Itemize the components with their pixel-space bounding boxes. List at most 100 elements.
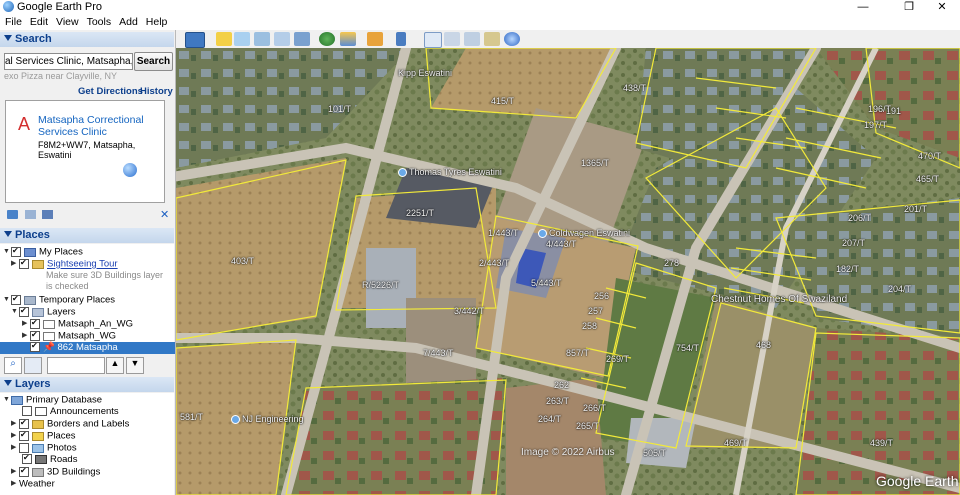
globe-icon[interactable] [123, 163, 137, 177]
search-hint: exo Pizza near Clayville, NY [4, 71, 118, 81]
parcel-label: 207/T [842, 238, 866, 248]
add-path-icon[interactable] [254, 32, 270, 46]
parcel-label: 470/T [918, 151, 942, 161]
tree-item-my-places[interactable]: ▼My Places [3, 245, 83, 258]
earth-icon[interactable] [504, 32, 520, 46]
folder-icon[interactable] [7, 210, 18, 219]
tree-item-layers[interactable]: ▼Layers [11, 305, 76, 318]
result-name[interactable]: Matsapha Correctional Services Clinic [38, 114, 158, 138]
layer-primary-database[interactable]: ▼ Primary Database [3, 394, 102, 406]
search-actions-bar: ✕ [0, 207, 174, 223]
layer-places[interactable]: ▶Places [11, 429, 76, 442]
search-button[interactable]: Search [134, 52, 173, 71]
search-input[interactable]: al Services Clinic, Matsapha, Eswatini [4, 53, 133, 70]
menu-tools[interactable]: Tools [83, 15, 116, 30]
sunlight-icon[interactable] [340, 32, 356, 46]
poi-label[interactable]: Coldwagen Eswatini [538, 228, 630, 239]
layers-tree: ▼Primary Database Announcements ▶Borders… [0, 393, 174, 495]
places-panel-header[interactable]: Places [0, 228, 174, 243]
poi-pin-icon [398, 168, 407, 178]
parcel-label: 581/T [180, 412, 204, 422]
parcel-label: 2/443/T [479, 258, 510, 268]
parcel-label: 278 [664, 258, 680, 268]
parcel-label: 1/443/T [488, 228, 519, 238]
collapse-icon [4, 380, 12, 386]
tree-item-sightseeing[interactable]: ▶Sightseeing Tour [11, 257, 118, 270]
close-search-icon[interactable]: ✕ [160, 208, 169, 221]
view-in-maps-icon[interactable] [484, 32, 500, 46]
minimize-button[interactable]: — [849, 0, 877, 15]
parcel-label: 468 [756, 340, 772, 350]
move-up-icon[interactable]: ▲ [106, 357, 124, 374]
print-icon[interactable] [42, 210, 53, 219]
layers-panel-header[interactable]: Layers [0, 377, 174, 392]
sidebar: Search al Services Clinic, Matsapha, Esw… [0, 30, 176, 495]
result-marker[interactable]: A [18, 114, 30, 135]
parcel-label: 4/443/T [546, 239, 577, 249]
parcel-label: 439/T [870, 438, 894, 448]
parcel-label: 258 [582, 321, 598, 331]
layer-announcements[interactable]: Announcements [22, 406, 119, 418]
poi-label[interactable]: Thomas Tyres Eswatini [398, 167, 502, 178]
close-button[interactable]: ✕ [928, 0, 956, 15]
panel-toggle-icon[interactable] [24, 357, 42, 374]
places-tree: ▼My Places ▶Sightseeing Tour Make sure 3… [0, 244, 175, 354]
menu-file[interactable]: File [0, 15, 26, 30]
image-overlay-icon[interactable] [274, 32, 290, 46]
parcel-label: 269/T [606, 354, 630, 364]
title-bar: Google Earth Pro — ❐ ✕ [0, 0, 960, 15]
historical-imagery-icon[interactable] [319, 32, 335, 46]
parcel-label: 257 [588, 306, 604, 316]
email-icon[interactable] [424, 32, 442, 48]
menu-view[interactable]: View [52, 15, 83, 30]
parcel-label: 469/T [724, 438, 748, 448]
layer-borders[interactable]: ▶Borders and Labels [11, 417, 129, 430]
map-view[interactable]: Thomas Tyres Eswatini Coldwagen Eswatini… [176, 48, 960, 495]
menu-help[interactable]: Help [142, 15, 172, 30]
move-down-icon[interactable]: ▼ [126, 357, 144, 374]
parcel-label: 3/442/T [454, 306, 485, 316]
menu-add[interactable]: Add [115, 15, 142, 30]
history-link[interactable]: History [140, 86, 173, 97]
tree-item-matsapha-an[interactable]: ▶Matsaph_An_WG [22, 317, 133, 330]
poi-label[interactable]: Kipp Eswatini [398, 68, 452, 78]
sidebar-toggle-icon[interactable] [185, 32, 205, 48]
places-filter-input[interactable] [47, 357, 105, 374]
ruler-icon[interactable] [396, 32, 406, 46]
window-title: Google Earth Pro [17, 1, 102, 13]
layer-3d-buildings[interactable]: ▶3D Buildings [11, 465, 100, 478]
record-tour-icon[interactable] [294, 32, 310, 46]
parcel-label: 857/T [566, 348, 590, 358]
parcel-label: R/5226/T [362, 280, 400, 290]
parcel-label: 754/T [676, 343, 700, 353]
result-address: F8M2+WW7, Matsapha, Eswatini [38, 140, 136, 160]
parcel-label: 263/T [546, 396, 570, 406]
maximize-button[interactable]: ❐ [895, 0, 923, 15]
poi-label[interactable]: Chestnut Homes Of Swaziland [711, 294, 847, 305]
places-actions-bar: ⌕ ▲ ▼ [0, 356, 174, 374]
layer-roads[interactable]: Roads [22, 452, 77, 466]
print-icon[interactable] [444, 32, 460, 46]
search-places-icon[interactable]: ⌕ [4, 357, 22, 374]
poi-label[interactable]: NJ Engineering [231, 414, 304, 425]
poi-pin-icon [231, 415, 240, 425]
layer-weather[interactable]: ▶ Weather [11, 478, 55, 490]
poi-pin-icon [538, 229, 547, 239]
tree-item-selected[interactable]: 📌 862 Matsapha [0, 340, 175, 354]
search-panel-header[interactable]: Search [0, 32, 174, 47]
menu-edit[interactable]: Edit [26, 15, 52, 30]
tree-hint: Make sure 3D Buildings layer is checked [46, 270, 164, 291]
add-placemark-icon[interactable] [216, 32, 232, 46]
parcel-label: 256 [594, 291, 610, 301]
parcel-label: 264/T [538, 414, 562, 424]
collapse-icon [4, 35, 12, 41]
parcel-label: 206/T [848, 213, 872, 223]
get-directions-link[interactable]: Get Directions [78, 86, 143, 97]
add-polygon-icon[interactable] [234, 32, 250, 46]
planets-icon[interactable] [367, 32, 383, 46]
parcel-label: 265/T [576, 421, 600, 431]
copy-icon[interactable] [25, 210, 36, 219]
save-image-icon[interactable] [464, 32, 480, 46]
parcel-label: 465/T [916, 174, 940, 184]
layer-photos[interactable]: ▶ Photos [11, 442, 77, 454]
